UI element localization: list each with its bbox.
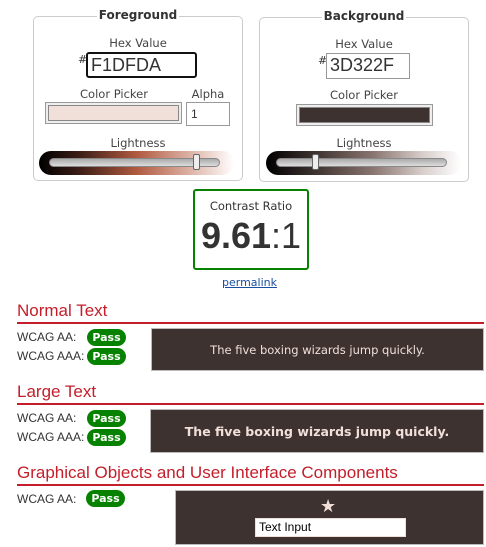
- permalink-link[interactable]: permalink: [222, 276, 277, 289]
- graphical-heading: Graphical Objects and User Interface Com…: [17, 463, 484, 486]
- bg-hex-input[interactable]: 3D322F: [326, 53, 410, 79]
- normal-aaa-badge: Pass: [87, 348, 126, 365]
- large-text-heading: Large Text: [17, 382, 484, 405]
- bg-lightness-slider[interactable]: [266, 151, 461, 175]
- bg-hex-label: Hex Value: [335, 37, 393, 51]
- foreground-panel: Foreground Hex Value # F1DFDA Color Pick…: [33, 8, 243, 181]
- normal-aa-badge: Pass: [87, 329, 126, 346]
- star-icon: ★: [320, 496, 337, 517]
- fg-lightness-thumb[interactable]: [193, 154, 201, 170]
- background-panel: Background Hex Value # 3D322F Color Pick…: [259, 9, 469, 182]
- background-legend: Background: [321, 9, 407, 23]
- bg-picker-label: Color Picker: [330, 88, 398, 102]
- graphical-sample: ★ Text Input: [175, 490, 484, 545]
- graphical-aa-badge: Pass: [86, 490, 125, 507]
- contrast-ratio-box: Contrast Ratio 9.61:1: [193, 189, 309, 270]
- sample-text-input[interactable]: Text Input: [255, 518, 406, 537]
- contrast-suffix: :1: [271, 215, 302, 256]
- normal-text-heading: Normal Text: [17, 301, 484, 324]
- large-aa-badge: Pass: [87, 410, 126, 427]
- normal-text-sample: The five boxing wizards jump quickly.: [151, 328, 484, 371]
- fg-color-picker[interactable]: [45, 102, 182, 124]
- normal-aa-label: WCAG AA:: [17, 330, 77, 344]
- foreground-legend: Foreground: [96, 8, 180, 22]
- fg-hex-label: Hex Value: [109, 36, 167, 50]
- fg-hex-input[interactable]: F1DFDA: [86, 52, 197, 78]
- large-aaa-label: WCAG AAA:: [17, 430, 85, 444]
- large-aaa-badge: Pass: [87, 429, 126, 446]
- fg-lightness-label: Lightness: [110, 136, 166, 150]
- alpha-label: Alpha: [191, 87, 225, 101]
- fg-picker-label: Color Picker: [80, 87, 148, 101]
- contrast-label: Contrast Ratio: [209, 199, 293, 213]
- bg-color-picker[interactable]: [296, 104, 433, 126]
- contrast-value: 9.61: [200, 215, 272, 256]
- bg-lightness-label: Lightness: [336, 136, 392, 150]
- normal-aaa-label: WCAG AAA:: [17, 349, 85, 363]
- alpha-input[interactable]: 1: [186, 102, 230, 126]
- fg-lightness-slider[interactable]: [39, 151, 234, 175]
- large-aa-label: WCAG AA:: [17, 411, 77, 425]
- bg-lightness-thumb[interactable]: [312, 154, 320, 170]
- large-text-sample: The five boxing wizards jump quickly.: [150, 409, 484, 453]
- graphical-aa-label: WCAG AA:: [17, 492, 77, 506]
